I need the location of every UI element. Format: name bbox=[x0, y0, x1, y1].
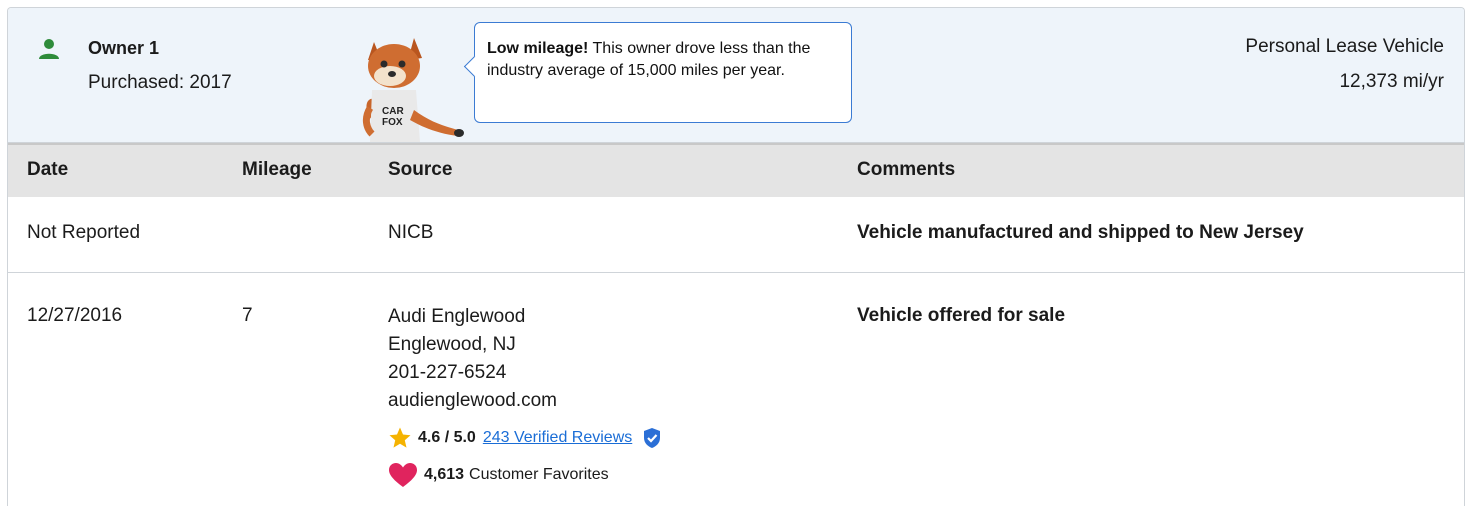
header-mileage: Mileage bbox=[242, 159, 312, 180]
owner-summary: Owner 1 Purchased: 2017 CAR FOX Low mile… bbox=[8, 8, 1464, 143]
svg-text:FOX: FOX bbox=[382, 117, 403, 128]
tooltip-highlight: Low mileage! bbox=[487, 40, 589, 57]
dealer-name: Audi Englewood bbox=[388, 306, 526, 327]
verified-badge-icon bbox=[644, 428, 661, 448]
row-source: NICB bbox=[388, 222, 434, 243]
header-comments: Comments bbox=[857, 159, 956, 180]
row-date: Not Reported bbox=[27, 222, 141, 243]
history-table-header: Date Mileage Source Comments bbox=[8, 143, 1464, 197]
low-mileage-tooltip: Low mileage! This owner drove less than … bbox=[463, 22, 852, 123]
header-source: Source bbox=[388, 159, 453, 180]
rating-value: 4.6 / 5.0 bbox=[418, 429, 476, 446]
row-mileage: 7 bbox=[242, 305, 253, 326]
dealer-website: audienglewood.com bbox=[388, 390, 558, 411]
person-icon bbox=[39, 39, 59, 59]
row-date: 12/27/2016 bbox=[27, 305, 123, 326]
favorites-label: Customer Favorites bbox=[469, 466, 609, 483]
ownership-history-card: Owner 1 Purchased: 2017 CAR FOX Low mile… bbox=[7, 7, 1465, 506]
heart-icon bbox=[389, 463, 417, 487]
tooltip-pointer bbox=[463, 55, 486, 78]
svg-text:CAR: CAR bbox=[382, 106, 404, 117]
dealer-rating: 4.6 / 5.0 243 Verified Reviews bbox=[388, 425, 668, 451]
dealer-location: Englewood, NJ bbox=[388, 334, 516, 355]
owner-title: Owner 1 bbox=[88, 38, 160, 58]
verified-reviews-link[interactable]: 243 Verified Reviews bbox=[483, 429, 632, 447]
star-icon bbox=[389, 427, 411, 448]
purchase-year: Purchased: 2017 bbox=[88, 72, 232, 93]
favorites-count: 4,613 bbox=[424, 466, 465, 483]
car-fox-mascot: CAR FOX bbox=[362, 38, 464, 142]
dealer-info: Audi Englewood Englewood, NJ 201-227-652… bbox=[388, 303, 557, 415]
row-comment: Vehicle manufactured and shipped to New … bbox=[857, 222, 1304, 243]
miles-per-year: 12,373 mi/yr bbox=[1339, 71, 1444, 92]
header-date: Date bbox=[27, 159, 69, 180]
dealer-phone: 201-227-6524 bbox=[388, 362, 507, 383]
table-row: Not Reported NICB Vehicle manufactured a… bbox=[8, 197, 1464, 273]
row-comment: Vehicle offered for sale bbox=[857, 305, 1066, 326]
vehicle-type: Personal Lease Vehicle bbox=[1245, 36, 1444, 57]
customer-favorites: 4,613 Customer Favorites bbox=[388, 462, 609, 488]
table-row: 12/27/2016 7 Audi Englewood Englewood, N… bbox=[8, 273, 1464, 506]
